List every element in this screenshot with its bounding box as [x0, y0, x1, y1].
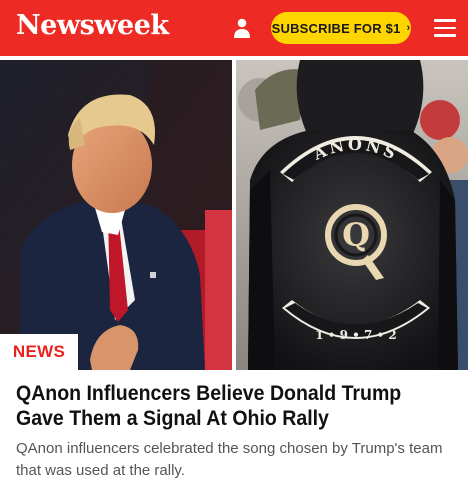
jacket-photo: ANONS Q 1 • 9 • 7 • 2: [236, 60, 468, 370]
site-header: Newsweek SUBSCRIBE FOR $1 ›: [0, 0, 468, 56]
rally-photo: [0, 60, 232, 370]
article-summary: QAnon influencers celebrated the song ch…: [16, 440, 443, 479]
category-badge[interactable]: NEWS: [0, 334, 78, 370]
jacket-bottom-text: 1 • 9 • 7 • 2: [315, 328, 396, 342]
subscribe-label: SUBSCRIBE FOR $1: [271, 20, 401, 36]
jacket-center-letter: Q: [342, 216, 370, 254]
chevron-right-icon: ›: [406, 22, 411, 34]
hero-image[interactable]: ANONS Q 1 • 9 • 7 • 2: [0, 60, 468, 370]
user-icon[interactable]: [233, 18, 251, 38]
subscribe-button[interactable]: SUBSCRIBE FOR $1 ›: [271, 12, 411, 44]
newsweek-logo[interactable]: Newsweek: [16, 10, 169, 41]
menu-icon[interactable]: [434, 19, 456, 37]
article-headline[interactable]: QAnon Influencers Believe Donald Trump G…: [16, 381, 425, 431]
